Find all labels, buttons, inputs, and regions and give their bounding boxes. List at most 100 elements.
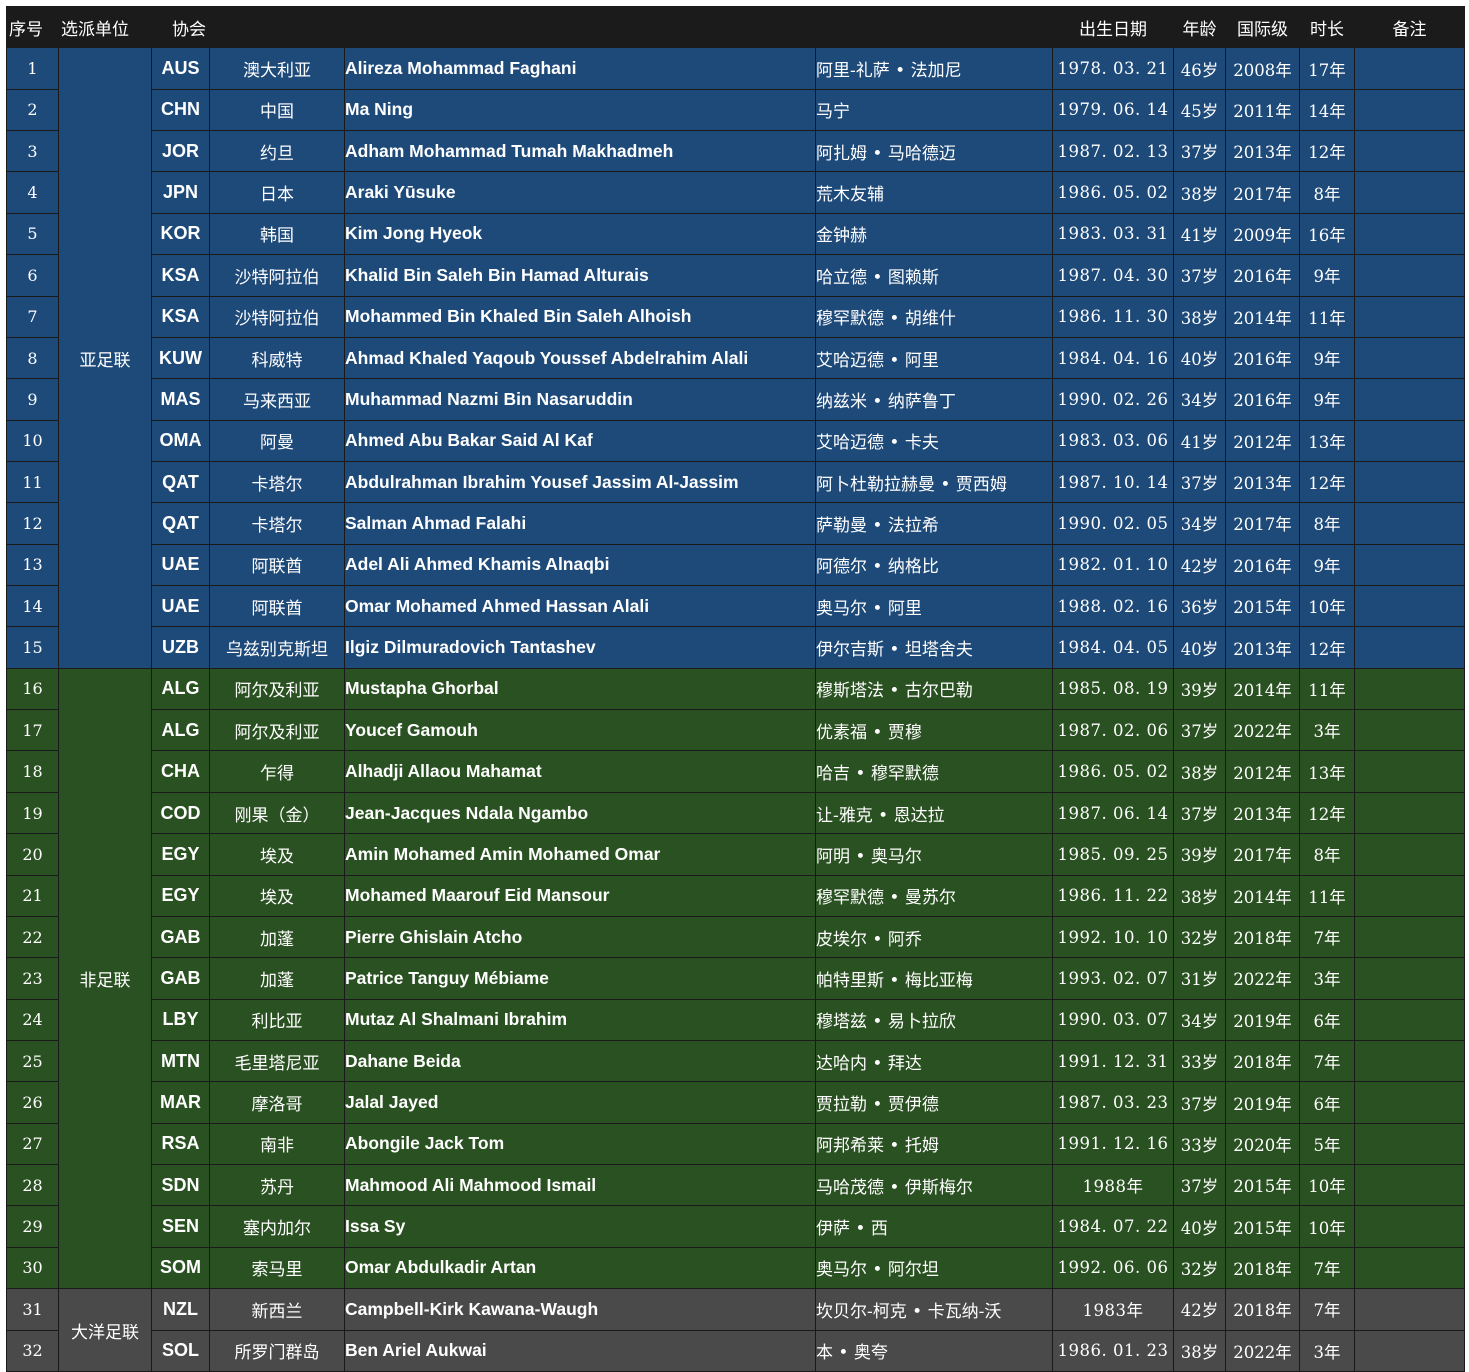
note-cell bbox=[1354, 833, 1465, 876]
note-cell bbox=[1354, 419, 1465, 462]
international-year: 2014年 bbox=[1225, 295, 1300, 338]
table-row: 6 KSA 沙特阿拉伯 Khalid Bin Saleh Bin Hamad Altu… bbox=[6, 254, 1465, 297]
age: 38岁 bbox=[1173, 171, 1226, 214]
note-cell bbox=[1354, 1164, 1465, 1207]
referee-name-cn: 荒木友辅 bbox=[815, 171, 1053, 214]
note-cell bbox=[1354, 502, 1465, 545]
note-cell bbox=[1354, 667, 1465, 711]
country-code: JOR bbox=[151, 130, 210, 173]
table-header: 序号 选派单位 协会 出生日期 年龄 国际级 时长 备注 bbox=[6, 5, 1465, 49]
country-name: 科威特 bbox=[209, 336, 345, 380]
referee-name-cn: 坎贝尔-柯克 • 卡瓦纳-沃 bbox=[815, 1288, 1053, 1331]
header-tenure: 时长 bbox=[1299, 5, 1355, 49]
referee-name-en: Omar Mohamed Ahmed Hassan Alali bbox=[344, 585, 816, 628]
age: 37岁 bbox=[1173, 254, 1226, 297]
tenure: 14年 bbox=[1299, 88, 1355, 132]
row-number: 12 bbox=[6, 502, 59, 545]
table-row: 8 KUW 科威特 Ahmad Khaled Yaqoub Youssef Abdel… bbox=[6, 336, 1465, 380]
tenure: 3年 bbox=[1299, 709, 1355, 752]
tenure: 8年 bbox=[1299, 502, 1355, 545]
row-number: 20 bbox=[6, 833, 59, 876]
age: 40岁 bbox=[1173, 1205, 1226, 1248]
tenure: 9年 bbox=[1299, 543, 1355, 587]
age: 33岁 bbox=[1173, 1122, 1226, 1166]
row-number: 3 bbox=[6, 130, 59, 173]
tenure: 12年 bbox=[1299, 626, 1355, 669]
country-name: 埃及 bbox=[209, 874, 345, 917]
table-row: 17 ALG 阿尔及利亚 Youcef Gamouh 优素福 • 贾穆 1987. 02.… bbox=[6, 709, 1465, 752]
international-year: 2014年 bbox=[1225, 874, 1300, 917]
note-cell bbox=[1354, 957, 1465, 1000]
referee-name-en: Jean-Jacques Ndala Ngambo bbox=[344, 791, 816, 835]
tenure: 8年 bbox=[1299, 833, 1355, 876]
referee-name-cn: 萨勒曼 • 法拉希 bbox=[815, 502, 1053, 545]
international-year: 2011年 bbox=[1225, 88, 1300, 132]
international-year: 2014年 bbox=[1225, 667, 1300, 711]
age: 36岁 bbox=[1173, 585, 1226, 628]
tenure: 11年 bbox=[1299, 295, 1355, 338]
tenure: 11年 bbox=[1299, 874, 1355, 917]
table-row: 10 OMA 阿曼 Ahmed Abu Bakar Said Al Kaf 艾哈迈德 •… bbox=[6, 419, 1465, 462]
country-name: 新西兰 bbox=[209, 1288, 345, 1331]
international-year: 2013年 bbox=[1225, 460, 1300, 504]
row-number: 17 bbox=[6, 709, 59, 752]
referee-name-en: Issa Sy bbox=[344, 1205, 816, 1248]
tenure: 9年 bbox=[1299, 336, 1355, 380]
header-no: 序号 bbox=[6, 5, 59, 49]
referee-name-cn: 艾哈迈德 • 卡夫 bbox=[815, 419, 1053, 462]
international-year: 2017年 bbox=[1225, 833, 1300, 876]
country-name: 乍得 bbox=[209, 750, 345, 793]
note-cell bbox=[1354, 543, 1465, 587]
note-cell bbox=[1354, 998, 1465, 1041]
referee-name-cn: 让-雅克 • 恩达拉 bbox=[815, 791, 1053, 835]
birth-date: 1979. 06. 14 bbox=[1052, 88, 1174, 132]
birth-date: 1993. 02. 07 bbox=[1052, 957, 1174, 1000]
row-number: 7 bbox=[6, 295, 59, 338]
table-row: 30 SOM 索马里 Omar Abdulkadir Artan 奥马尔 • 阿尔坦 19… bbox=[6, 1246, 1465, 1290]
international-year: 2022年 bbox=[1225, 957, 1300, 1000]
international-year: 2009年 bbox=[1225, 212, 1300, 256]
country-code: MAR bbox=[151, 1081, 210, 1124]
referee-name-cn: 本 • 奥夸 bbox=[815, 1329, 1053, 1372]
country-name: 阿曼 bbox=[209, 419, 345, 462]
tenure: 10年 bbox=[1299, 585, 1355, 628]
row-number: 4 bbox=[6, 171, 59, 214]
row-number: 9 bbox=[6, 378, 59, 421]
row-number: 28 bbox=[6, 1164, 59, 1207]
age: 32岁 bbox=[1173, 915, 1226, 959]
referee-name-en: Mohamed Maarouf Eid Mansour bbox=[344, 874, 816, 917]
country-code: CHN bbox=[151, 88, 210, 132]
referee-name-en: Ilgiz Dilmuradovich Tantashev bbox=[344, 626, 816, 669]
international-year: 2015年 bbox=[1225, 1205, 1300, 1248]
country-name: 所罗门群岛 bbox=[209, 1329, 345, 1372]
referee-name-cn: 哈吉 • 穆罕默德 bbox=[815, 750, 1053, 793]
row-number: 18 bbox=[6, 750, 59, 793]
row-number: 24 bbox=[6, 998, 59, 1041]
header-intl: 国际级 bbox=[1225, 5, 1300, 49]
tenure: 13年 bbox=[1299, 750, 1355, 793]
age: 37岁 bbox=[1173, 709, 1226, 752]
note-cell bbox=[1354, 585, 1465, 628]
note-cell bbox=[1354, 1081, 1465, 1124]
age: 37岁 bbox=[1173, 791, 1226, 835]
table-row: 3 JOR 约旦 Adham Mohammad Tumah Makhadmeh 阿扎姆 … bbox=[6, 130, 1465, 173]
country-code: ALG bbox=[151, 667, 210, 711]
referee-name-en: Salman Ahmad Falahi bbox=[344, 502, 816, 545]
note-cell bbox=[1354, 212, 1465, 256]
age: 39岁 bbox=[1173, 667, 1226, 711]
table-row: 24 LBY 利比亚 Mutaz Al Shalmani Ibrahim 穆塔兹 • 易… bbox=[6, 998, 1465, 1041]
header-dob: 出生日期 bbox=[1052, 5, 1174, 49]
age: 34岁 bbox=[1173, 378, 1226, 421]
referee-name-en: Ma Ning bbox=[344, 88, 816, 132]
birth-date: 1988. 02. 16 bbox=[1052, 585, 1174, 628]
row-number: 14 bbox=[6, 585, 59, 628]
country-name: 卡塔尔 bbox=[209, 460, 345, 504]
note-cell bbox=[1354, 915, 1465, 959]
header-name-en bbox=[344, 5, 816, 49]
row-number: 10 bbox=[6, 419, 59, 462]
referee-name-en: Mahmood Ali Mahmood Ismail bbox=[344, 1164, 816, 1207]
tenure: 5年 bbox=[1299, 1122, 1355, 1166]
referee-name-en: Ben Ariel Aukwai bbox=[344, 1329, 816, 1372]
tenure: 12年 bbox=[1299, 791, 1355, 835]
tenure: 9年 bbox=[1299, 254, 1355, 297]
